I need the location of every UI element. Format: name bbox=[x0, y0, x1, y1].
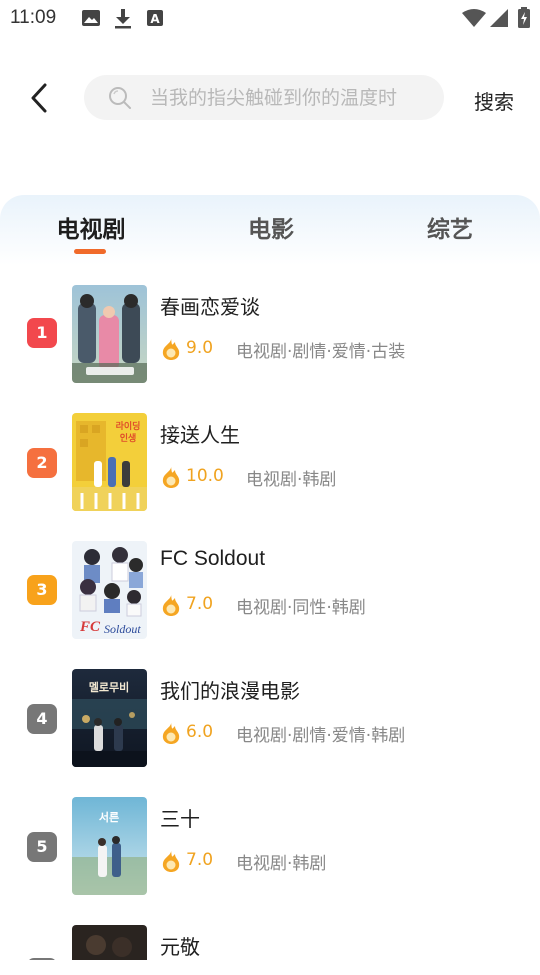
svg-text:멜로무비: 멜로무비 bbox=[89, 680, 129, 694]
tab-tv-series[interactable]: 电视剧 bbox=[31, 210, 151, 244]
rank-badge: 5 bbox=[27, 832, 57, 862]
list-item[interactable]: 2 라이딩 인생 接送人生 10.0 电视剧·韩剧 bbox=[0, 413, 540, 513]
tab-variety[interactable]: 综艺 bbox=[390, 210, 510, 244]
chevron-left-icon bbox=[31, 83, 47, 113]
score-value: 7.0 bbox=[186, 850, 214, 870]
flame-icon bbox=[162, 722, 180, 744]
tab-active-indicator bbox=[74, 249, 106, 254]
svg-text:Soldout: Soldout bbox=[104, 622, 141, 636]
item-title: 接送人生 bbox=[160, 423, 240, 447]
image-icon bbox=[82, 10, 100, 26]
poster-image: 멜로무비 bbox=[72, 669, 147, 767]
item-title: 我们的浪漫电影 bbox=[160, 679, 300, 703]
score-value: 6.0 bbox=[186, 722, 214, 742]
item-tags: 电视剧·剧情·爱情·古装 bbox=[236, 342, 406, 362]
poster-image: FC Soldout bbox=[72, 541, 147, 639]
list-item[interactable]: 1 春画恋爱谈 9.0 电视剧·剧情·爱情·古装 bbox=[0, 285, 540, 385]
svg-text:A: A bbox=[150, 12, 160, 26]
rank-badge: 1 bbox=[27, 318, 57, 348]
score-value: 9.0 bbox=[186, 338, 214, 358]
item-title: 三十 bbox=[160, 807, 200, 831]
flame-icon bbox=[162, 850, 180, 872]
svg-text:서른: 서른 bbox=[99, 810, 119, 824]
item-tags: 电视剧·韩剧 bbox=[246, 470, 337, 490]
flame-icon bbox=[162, 594, 180, 616]
battery-charging-icon bbox=[518, 7, 530, 28]
svg-text:인생: 인생 bbox=[120, 432, 137, 444]
search-input[interactable] bbox=[150, 75, 436, 120]
rank-badge: 3 bbox=[27, 575, 57, 605]
list-item[interactable]: 5 서른 三十 7.0 电视剧·韩剧 bbox=[0, 797, 540, 897]
svg-text:라이딩: 라이딩 bbox=[116, 420, 141, 432]
item-title: 春画恋爱谈 bbox=[160, 295, 260, 319]
search-button[interactable]: 搜索 bbox=[474, 86, 514, 115]
item-tags: 电视剧·同性·韩剧 bbox=[236, 598, 366, 618]
list-item[interactable]: 6 元敬 bbox=[0, 925, 540, 960]
download-icon bbox=[115, 9, 131, 29]
font-a-icon: A bbox=[147, 10, 163, 26]
item-title: 元敬 bbox=[160, 935, 200, 959]
poster-image bbox=[72, 925, 147, 960]
poster-image bbox=[72, 285, 147, 383]
status-bar: 11:09 A bbox=[0, 0, 540, 38]
poster-image: 라이딩 인생 bbox=[72, 413, 147, 511]
list-item[interactable]: 4 멜로무비 我们的浪漫电影 6.0 电视剧·剧情·爱情·韩剧 bbox=[0, 669, 540, 769]
flame-icon bbox=[162, 466, 180, 488]
back-button[interactable] bbox=[26, 80, 56, 116]
search-icon bbox=[109, 87, 131, 109]
rank-badge: 4 bbox=[27, 704, 57, 734]
search-box[interactable] bbox=[84, 75, 444, 120]
item-tags: 电视剧·韩剧 bbox=[236, 854, 327, 874]
score-value: 7.0 bbox=[186, 594, 214, 614]
score-value: 10.0 bbox=[186, 466, 224, 486]
svg-text:FC: FC bbox=[79, 619, 101, 635]
wifi-icon bbox=[462, 9, 486, 27]
poster-image: 서른 bbox=[72, 797, 147, 895]
cellular-signal-icon bbox=[490, 9, 508, 27]
list-item[interactable]: 3 FC Soldout FC Soldout 7.0 电视剧·同性·韩剧 bbox=[0, 541, 540, 641]
item-title: FC Soldout bbox=[160, 547, 266, 570]
flame-icon bbox=[162, 338, 180, 360]
item-tags: 电视剧·剧情·爱情·韩剧 bbox=[236, 726, 406, 746]
rank-badge: 2 bbox=[27, 448, 57, 478]
status-time: 11:09 bbox=[10, 7, 57, 28]
tab-movies[interactable]: 电影 bbox=[211, 210, 331, 244]
